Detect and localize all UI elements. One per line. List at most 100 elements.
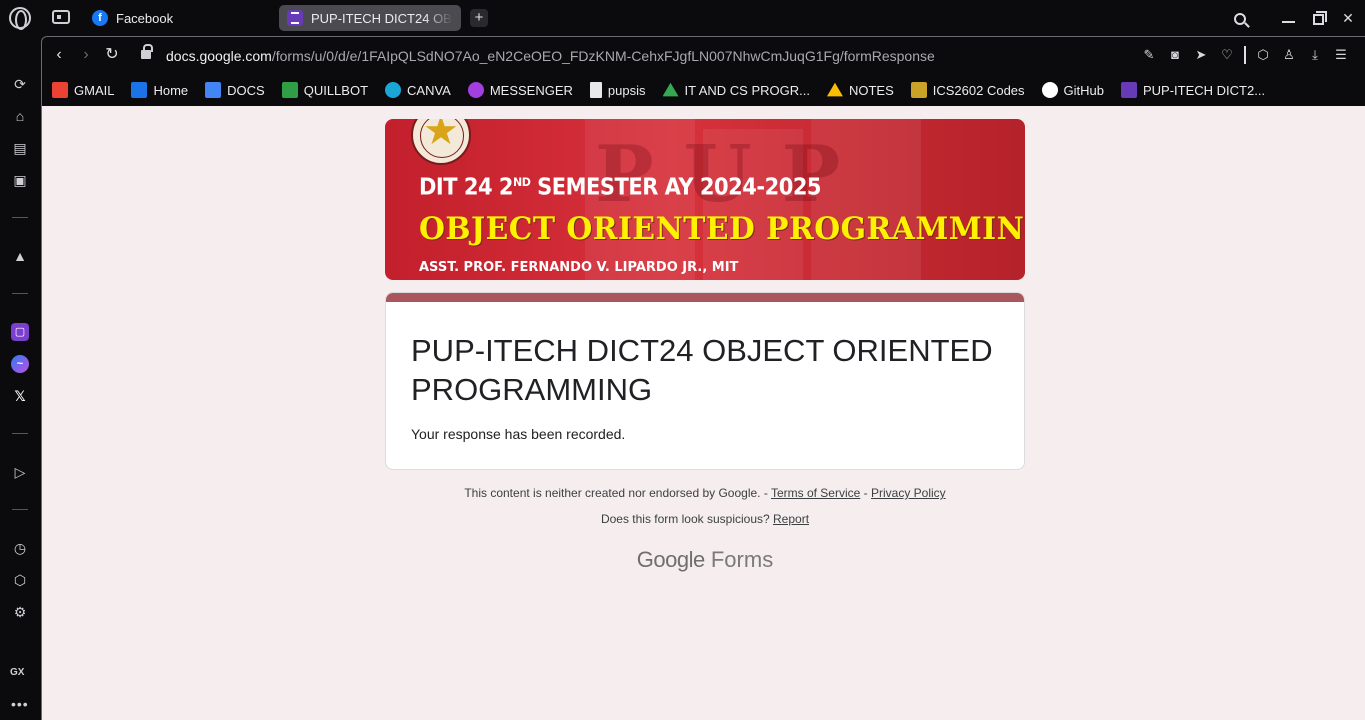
person-icon xyxy=(131,82,148,98)
confirmation-message: Your response has been recorded. xyxy=(411,426,626,442)
extensions-icon[interactable]: ⬡ xyxy=(11,571,29,589)
sidebar-divider xyxy=(12,433,28,434)
more-options-icon[interactable]: ••• xyxy=(11,696,29,712)
docs-icon xyxy=(205,82,222,98)
bookmark-notes[interactable]: NOTES xyxy=(826,82,894,98)
banner-course-title: OBJECT ORIENTED PROGRAMMING (COMP009) xyxy=(419,211,1025,247)
search-tabs-icon[interactable] xyxy=(1230,8,1250,28)
bookmark-heart-icon[interactable]: ♡ xyxy=(1218,46,1236,64)
gmail-icon xyxy=(52,82,68,98)
sidebar: ⟳ ⌂ ▤ ▣ ▲ ▢ ~ 𝕏 ▷ ◷ ⬡ ⚙ GX ••• xyxy=(0,36,41,720)
reload-button[interactable]: ↻ xyxy=(103,46,121,64)
settings-gear-icon[interactable]: ⚙ xyxy=(11,603,29,621)
bookmark-pupsis[interactable]: pupsis xyxy=(589,82,646,98)
sidebar-divider xyxy=(12,509,28,510)
cpu-limiter-icon[interactable]: ▣ xyxy=(11,171,29,189)
footer-disclaimer: This content is neither created nor endo… xyxy=(464,486,946,500)
ram-limiter-icon[interactable]: ▤ xyxy=(11,139,29,157)
response-card: PUP-ITECH DICT24 OBJECT ORIENTED PROGRAM… xyxy=(385,292,1025,470)
page-content: PUP DIT 24 2ND SEMESTER AY 2024-2025 OBJ… xyxy=(42,106,1365,720)
x-twitter-icon[interactable]: 𝕏 xyxy=(11,387,29,405)
url-path: /forms/u/0/d/e/1FAIpQLSdNO7Ao_eN2CeOEO_F… xyxy=(271,48,935,64)
easy-menu-icon[interactable]: ☰ xyxy=(1332,46,1350,64)
canva-icon xyxy=(385,82,402,98)
banner-professor: ASST. PROF. FERNANDO V. LIPARDO JR., MIT xyxy=(419,260,739,275)
minimize-icon[interactable] xyxy=(1278,8,1298,28)
toolbar-divider xyxy=(1244,46,1246,64)
footer-report: Does this form look suspicious? Report xyxy=(600,512,810,526)
downloads-icon[interactable]: ⤓ xyxy=(1306,46,1324,64)
banner-semester: DIT 24 2ND SEMESTER AY 2024-2025 xyxy=(419,174,822,200)
new-tab-button[interactable]: + xyxy=(470,9,488,27)
bookmark-label: PUP-ITECH DICT2... xyxy=(1143,82,1266,98)
google-forms-logo[interactable]: Google Forms xyxy=(385,547,1025,573)
file-icon xyxy=(589,82,602,98)
bookmark-label: CANVA xyxy=(407,82,451,98)
bookmark-label: pupsis xyxy=(607,82,646,98)
forward-button[interactable]: › xyxy=(77,46,95,64)
privacy-policy-link[interactable]: Privacy Policy xyxy=(871,486,946,500)
send-icon[interactable]: ➤ xyxy=(1192,46,1210,64)
bookmark-messenger[interactable]: MESSENGER xyxy=(467,82,573,98)
bookmark-gmail[interactable]: GMAIL xyxy=(52,82,114,98)
bookmark-home[interactable]: Home xyxy=(131,82,188,98)
bookmark-it-and-cs-progr[interactable]: IT AND CS PROGR... xyxy=(662,82,810,98)
drive-icon xyxy=(662,82,679,97)
player-icon[interactable]: ▷ xyxy=(11,463,29,481)
url-host: docs.google.com xyxy=(166,48,272,64)
restore-icon[interactable] xyxy=(1308,8,1328,28)
bookmark-docs[interactable]: DOCS xyxy=(205,82,265,98)
address-tools: ✎ ◙ ➤ ♡ ⬡ ♙ ⤓ ☰ xyxy=(1140,46,1350,64)
browser-frame: ‹ › ↻ docs.google.com/forms/u/0/d/e/1FAI… xyxy=(41,36,1365,720)
bookmark-quillbot[interactable]: QUILLBOT xyxy=(281,82,369,98)
drive-icon xyxy=(826,82,843,97)
form-header-banner: PUP DIT 24 2ND SEMESTER AY 2024-2025 OBJ… xyxy=(385,119,1025,280)
bookmark-label: MESSENGER xyxy=(489,82,573,98)
profile-icon[interactable]: ♙ xyxy=(1280,46,1298,64)
bookmark-label: Home xyxy=(153,82,189,98)
facebook-icon: f xyxy=(92,10,108,26)
opera-menu-icon[interactable] xyxy=(9,7,31,30)
close-icon[interactable]: ✕ xyxy=(1338,8,1358,28)
sidebar-divider xyxy=(12,293,28,294)
history-icon[interactable]: ◷ xyxy=(11,539,29,557)
aria-icon[interactable]: ▲ xyxy=(11,247,29,265)
bookmark-label: IT AND CS PROGR... xyxy=(684,82,810,98)
bookmark-pup-itech-dict2[interactable]: PUP-ITECH DICT2... xyxy=(1121,82,1265,98)
bookmarks-bar: GMAIL Home DOCS QUILLBOT CANVA MESSENGER pupsi… xyxy=(42,75,1365,105)
bookmark-canva[interactable]: CANVA xyxy=(385,82,451,98)
twitch-icon[interactable]: ▢ xyxy=(11,323,29,341)
lock-icon[interactable] xyxy=(141,44,153,59)
tab-facebook[interactable]: f Facebook xyxy=(84,5,270,31)
bookmark-ics2602-codes[interactable]: ICS2602 Codes xyxy=(910,82,1025,98)
terms-of-service-link[interactable]: Terms of Service xyxy=(771,486,860,500)
sidebar-divider xyxy=(12,217,28,218)
bookmark-github[interactable]: GitHub xyxy=(1041,82,1104,98)
messenger-icon[interactable]: ~ xyxy=(11,355,29,373)
bookmark-label: ICS2602 Codes xyxy=(932,82,1025,98)
url-field[interactable]: docs.google.com/forms/u/0/d/e/1FAIpQLSdN… xyxy=(166,48,935,64)
extensions-cube-icon[interactable]: ⬡ xyxy=(1254,46,1272,64)
speed-dial-icon[interactable]: ⟳ xyxy=(11,75,29,93)
bookmark-label: QUILLBOT xyxy=(303,82,369,98)
bookmark-label: DOCS xyxy=(227,82,265,98)
easy-setup-icon[interactable]: ✎ xyxy=(1140,46,1158,64)
tab-bar: f Facebook PUP-ITECH DICT24 OBJE + ✕ xyxy=(0,0,1365,36)
github-icon xyxy=(1041,82,1058,98)
form-title: PUP-ITECH DICT24 OBJECT ORIENTED PROGRAM… xyxy=(411,333,993,407)
address-bar: ‹ › ↻ docs.google.com/forms/u/0/d/e/1FAI… xyxy=(42,37,1365,75)
tab-title: PUP-ITECH DICT24 OBJE xyxy=(311,10,453,26)
gx-control-icon[interactable] xyxy=(52,10,70,24)
messenger-icon xyxy=(467,82,484,98)
gx-label[interactable]: GX xyxy=(10,667,24,678)
snapshot-camera-icon[interactable]: ◙ xyxy=(1166,46,1184,64)
card-accent-bar xyxy=(386,293,1024,302)
browser-window: f Facebook PUP-ITECH DICT24 OBJE + ✕ ⟳ ⌂… xyxy=(0,0,1365,720)
google-forms-icon xyxy=(287,10,303,26)
cleaner-icon[interactable]: ⌂ xyxy=(11,107,29,125)
bookmark-label: NOTES xyxy=(848,82,894,98)
report-link[interactable]: Report xyxy=(773,512,809,526)
back-button[interactable]: ‹ xyxy=(50,46,68,64)
tab-google-form[interactable]: PUP-ITECH DICT24 OBJE xyxy=(279,5,461,31)
bookmark-label: GMAIL xyxy=(74,82,115,98)
